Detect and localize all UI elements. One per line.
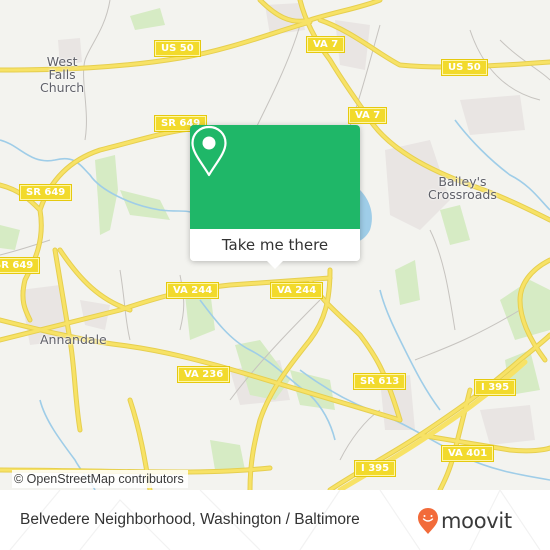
road-shield-va236: VA 236 xyxy=(178,367,230,382)
road-shield-va244: VA 244 xyxy=(167,283,219,298)
place-line: Annandale xyxy=(40,332,107,347)
road-shield-us50: US 50 xyxy=(442,60,487,75)
location-pin-icon xyxy=(191,125,227,177)
map-canvas[interactable]: West Falls Church Bailey's Crossroads An… xyxy=(0,0,550,490)
road-shield-i395: I 395 xyxy=(355,461,396,476)
footer: Belvedere Neighborhood, Washington / Bal… xyxy=(0,490,550,550)
popup-pointer xyxy=(267,261,283,269)
road-shield-sr649: SR 649 xyxy=(20,185,72,200)
road-shield-va7: VA 7 xyxy=(349,108,387,123)
moovit-pin-icon xyxy=(418,508,438,534)
brand-name: moovit xyxy=(441,509,512,533)
road-shield-i395: I 395 xyxy=(475,380,516,395)
take-me-there-button[interactable]: Take me there xyxy=(190,229,360,261)
road-shield-sr649: SR 649 xyxy=(0,258,40,273)
road-shield-sr613: SR 613 xyxy=(354,374,406,389)
place-label-annandale: Annandale xyxy=(40,333,107,346)
moovit-logo[interactable]: moovit xyxy=(417,507,512,535)
road-shield-us50: US 50 xyxy=(155,41,200,56)
road-shield-va7: VA 7 xyxy=(307,37,345,52)
place-label-west-falls-church: West Falls Church xyxy=(40,55,84,94)
location-title: Belvedere Neighborhood, Washington / Bal… xyxy=(20,511,360,528)
place-label-baileys-crossroads: Bailey's Crossroads xyxy=(428,175,497,201)
popup-header[interactable] xyxy=(190,125,360,229)
map-attribution[interactable]: © OpenStreetMap contributors xyxy=(12,470,188,488)
take-me-there-popup[interactable]: Take me there xyxy=(190,125,360,269)
place-line: Crossroads xyxy=(428,187,497,202)
road-shield-va401: VA 401 xyxy=(442,446,494,461)
place-line: Church xyxy=(40,80,85,95)
road-shield-va244: VA 244 xyxy=(271,283,323,298)
